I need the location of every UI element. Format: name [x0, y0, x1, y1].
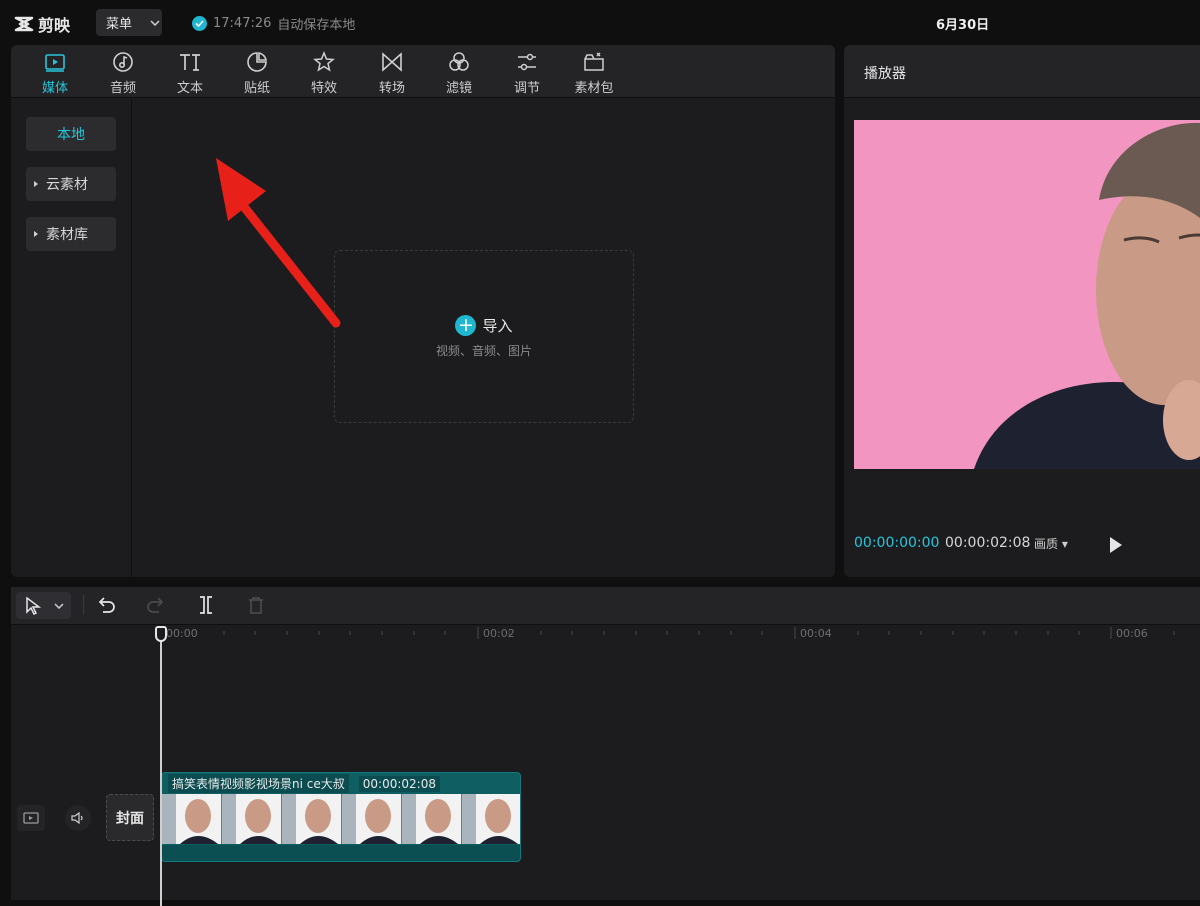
caret-down-icon: ▾	[1061, 537, 1068, 551]
divider	[83, 595, 84, 615]
tab-label: 转场	[378, 81, 405, 96]
undo-icon[interactable]	[95, 594, 117, 616]
project-title[interactable]: 6月30日	[936, 14, 989, 33]
playhead-handle[interactable]	[155, 626, 167, 642]
play-button[interactable]	[1110, 537, 1122, 553]
tab-media[interactable]: 媒体	[27, 50, 83, 96]
player-title: 播放器	[844, 45, 1200, 98]
sidebar-item-local[interactable]: 本地	[26, 117, 116, 151]
tab-asset-pack[interactable]: 素材包	[566, 50, 622, 96]
media-icon	[45, 54, 65, 72]
media-sidebar: 本地 云素材 素材库	[11, 99, 132, 577]
video-clip[interactable]: 搞笑表情视频影视场景ni ce大叔 00:00:02:08	[161, 772, 521, 862]
clip-name: 搞笑表情视频影视场景ni ce大叔	[168, 774, 349, 793]
mute-track-toggle[interactable]	[65, 805, 91, 831]
chevron-down-icon	[150, 19, 160, 26]
cursor-arrow-icon	[26, 597, 41, 615]
speaker-icon	[71, 812, 83, 824]
adjust-icon	[518, 53, 536, 71]
import-button[interactable]: + 导入	[455, 314, 513, 336]
tab-sticker[interactable]: 贴纸	[229, 50, 285, 96]
split-icon[interactable]	[195, 594, 217, 616]
select-tool-dropdown[interactable]	[16, 592, 71, 619]
clip-thumbnail	[162, 794, 222, 844]
tick-label: 00:06	[1116, 627, 1148, 640]
sidebar-item-label: 云素材	[46, 177, 88, 193]
tab-adjust[interactable]: 调节	[499, 50, 555, 96]
tab-label: 调节	[513, 81, 540, 96]
app-name: 剪映	[38, 16, 71, 35]
caret-right-icon	[34, 181, 38, 187]
import-label: 导入	[482, 316, 513, 335]
capcut-logo-icon	[14, 16, 34, 32]
asset-pack-icon	[584, 52, 604, 71]
plus-icon: +	[455, 314, 477, 336]
video-track-toggle[interactable]	[17, 805, 45, 831]
text-icon	[180, 54, 200, 71]
check-icon	[192, 16, 207, 31]
app-logo: 剪映	[14, 12, 70, 36]
quality-label: 画质	[1034, 537, 1059, 551]
timeline-toolbar	[11, 587, 1200, 625]
tab-effects[interactable]: 特效	[296, 50, 352, 96]
video-track-icon	[23, 812, 39, 824]
current-timecode: 00:00:00:00	[854, 535, 940, 551]
tab-label: 素材包	[574, 81, 614, 96]
transition-icon	[382, 52, 402, 72]
tab-audio[interactable]: 音频	[95, 50, 151, 96]
sidebar-item-cloud[interactable]: 云素材	[26, 167, 116, 201]
redo-icon[interactable]	[145, 594, 167, 616]
sidebar-item-label: 本地	[57, 127, 85, 143]
effects-icon	[313, 51, 335, 72]
menu-label: 菜单	[106, 17, 133, 32]
clip-thumbnail	[402, 794, 462, 844]
tab-label: 滤镜	[445, 81, 472, 96]
clip-header: 搞笑表情视频影视场景ni ce大叔 00:00:02:08	[162, 773, 520, 794]
menu-button[interactable]: 菜单	[96, 9, 162, 36]
filter-icon	[449, 52, 469, 71]
autosave-time: 17:47:26	[213, 16, 272, 31]
quality-dropdown[interactable]: 画质 ▾	[1034, 535, 1068, 552]
audio-waveform	[162, 845, 520, 861]
sidebar-item-label: 素材库	[46, 227, 88, 243]
sidebar-item-library[interactable]: 素材库	[26, 217, 116, 251]
delete-icon[interactable]	[245, 594, 267, 616]
tab-label: 媒体	[41, 81, 68, 96]
playhead-line	[160, 626, 162, 906]
sticker-icon	[247, 52, 267, 72]
top-bar: 剪映 菜单 17:47:26 自动保存本地 6月30日	[0, 0, 1200, 44]
tool-tabs: 媒体 音频 文本 贴纸 特效 转场 滤镜 调节 素材包	[11, 45, 835, 98]
video-frame-image	[854, 120, 1200, 469]
video-preview[interactable]	[854, 120, 1200, 469]
tab-text[interactable]: 文本	[162, 50, 218, 96]
cover-label: 封面	[116, 810, 144, 827]
cover-button[interactable]: 封面	[106, 794, 154, 841]
clip-thumbnail	[462, 794, 520, 844]
timeline-panel: 00:00 00:02 00:04 00:06 封面 搞笑表情视频影视场景ni …	[11, 587, 1200, 906]
autosave-text: 自动保存本地	[277, 18, 356, 33]
audio-icon	[113, 52, 133, 72]
player-panel: 播放器 00:00:00:00 00:00:02:08 画质 ▾	[844, 45, 1200, 577]
media-panel: 媒体 音频 文本 贴纸 特效 转场 滤镜 调节 素材包 本地 云素材 素材库 +…	[11, 45, 835, 577]
tab-transition[interactable]: 转场	[364, 50, 420, 96]
clip-thumbnail	[342, 794, 402, 844]
tick-label: 00:00	[166, 627, 198, 640]
tab-filter[interactable]: 滤镜	[431, 50, 487, 96]
tick-label: 00:02	[483, 627, 515, 640]
clip-thumbnail	[222, 794, 282, 844]
autosave-status: 17:47:26 自动保存本地	[192, 14, 355, 33]
tick-label: 00:04	[800, 627, 832, 640]
caret-right-icon	[34, 231, 38, 237]
import-dropzone[interactable]: + 导入 视频、音频、图片	[334, 250, 634, 423]
chevron-down-icon	[54, 603, 64, 609]
tab-label: 贴纸	[243, 81, 270, 96]
import-hint: 视频、音频、图片	[435, 343, 532, 358]
tab-label: 特效	[310, 81, 337, 96]
clip-thumbnails	[162, 794, 520, 844]
tab-label: 音频	[109, 81, 136, 96]
clip-thumbnail	[282, 794, 342, 844]
tab-label: 文本	[176, 81, 203, 96]
total-timecode: 00:00:02:08	[945, 535, 1031, 551]
clip-duration: 00:00:02:08	[358, 775, 440, 792]
